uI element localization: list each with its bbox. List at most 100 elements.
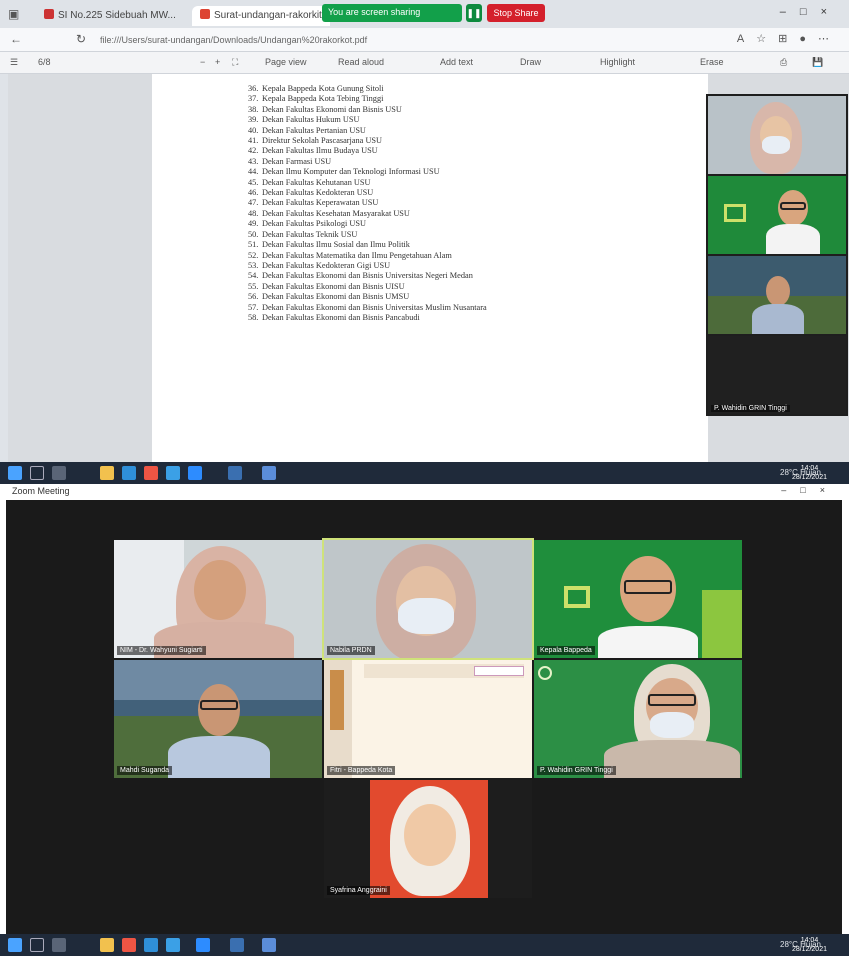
participant-tile-speaking[interactable]: Nabila PRDN	[322, 538, 534, 660]
app-icon[interactable]	[262, 938, 276, 952]
list-text: Dekan Fakultas Kedokteran Gigi USU	[262, 260, 391, 270]
chrome-icon[interactable]	[122, 938, 136, 952]
collections-icon[interactable]: ⊞	[778, 33, 799, 45]
url-input[interactable]	[100, 31, 680, 49]
window-controls: –□×	[781, 485, 839, 495]
participant-name: P. Wahidin GRIN Tinggi	[537, 766, 616, 775]
clock[interactable]: 14:04 28/12/2021	[792, 936, 827, 954]
recipient-list-item: 45. Dekan Fakultas Kehutanan USU	[248, 178, 487, 188]
participant-tile[interactable]: Kepala Bappeda	[534, 540, 742, 658]
search-icon[interactable]	[30, 466, 44, 480]
pdf-toolbar: ☰ 6/8 − + ⛶ Page view Read aloud Add tex…	[0, 52, 849, 74]
list-number: 39.	[248, 115, 259, 125]
file-explorer-icon[interactable]	[100, 938, 114, 952]
search-icon[interactable]	[30, 938, 44, 952]
screen-share-indicator[interactable]: You are screen sharing	[322, 4, 462, 22]
recipient-list-item: 39. Dekan Fakultas Hukum USU	[248, 115, 487, 125]
zoom-gallery-view: NIM - Dr. Wahyuni Sugiarti Nabila PRDN K…	[6, 500, 842, 934]
clock-time: 14:04	[800, 465, 819, 472]
browser-tab-active[interactable]: Surat-undangan-rakorkit.pdf	[192, 6, 330, 26]
page-view-button[interactable]: Page view	[265, 57, 307, 67]
browser-tab[interactable]: SI No.225 Sidebuah MW...	[36, 6, 186, 26]
erase-button[interactable]: Erase	[700, 57, 724, 67]
list-number: 45.	[248, 177, 259, 187]
list-text: Dekan Fakultas Kehutanan USU	[262, 177, 371, 187]
participant-tile[interactable]: NIM - Dr. Wahyuni Sugiarti	[114, 540, 322, 658]
page-indicator[interactable]: 6/8	[38, 57, 51, 67]
reader-icon[interactable]: A	[737, 33, 756, 45]
side-participant-tile[interactable]	[708, 256, 846, 334]
print-icon[interactable]: ⎙	[780, 57, 787, 68]
side-participant-tile[interactable]	[708, 176, 846, 254]
save-icon[interactable]: 💾	[812, 57, 823, 68]
participant-name: Fitri - Bappeda Kota	[327, 766, 396, 775]
list-number: 40.	[248, 125, 259, 135]
participant-tile[interactable]: Fitri - Bappeda Kota	[324, 660, 532, 778]
fit-page-icon[interactable]: ⛶	[232, 57, 238, 68]
file-explorer-icon[interactable]	[100, 466, 114, 480]
edge-icon[interactable]	[144, 938, 158, 952]
chrome-icon[interactable]	[144, 466, 158, 480]
recipient-list-item: 37. Kepala Bappeda Kota Tebing Tinggi	[248, 94, 487, 104]
start-icon[interactable]	[8, 466, 22, 480]
list-number: 47.	[248, 198, 259, 208]
draw-button[interactable]: Draw	[520, 57, 541, 67]
maximize-icon[interactable]: □	[800, 485, 819, 495]
share-pause-button[interactable]: ❚❚	[466, 4, 482, 22]
favorite-icon[interactable]: ☆	[756, 33, 778, 45]
participant-tile[interactable]: P. Wahidin GRIN Tinggi	[534, 660, 742, 778]
zoom-share-participant-panel: P. Wahidin GRIN Tinggi	[706, 94, 848, 416]
list-number: 54.	[248, 271, 259, 281]
window-menu-icon[interactable]: ▣	[8, 7, 19, 21]
close-icon[interactable]: ×	[821, 6, 841, 18]
zoom-in-button[interactable]: +	[215, 57, 220, 67]
list-text: Dekan Fakultas Ekonomi dan Bisnis UMSU	[262, 292, 410, 302]
task-view-icon[interactable]	[52, 938, 66, 952]
recipient-list-item: 48. Dekan Fakultas Kesehatan Masyarakat U…	[248, 209, 487, 219]
side-participant-tile[interactable]: P. Wahidin GRIN Tinggi	[708, 336, 846, 414]
list-number: 53.	[248, 260, 259, 270]
app-icon[interactable]	[262, 466, 276, 480]
profile-icon[interactable]: ●	[799, 33, 818, 45]
zoom-icon[interactable]	[188, 466, 202, 480]
minimize-icon[interactable]: –	[780, 6, 800, 18]
add-text-button[interactable]: Add text	[440, 57, 473, 67]
zoom-out-icon[interactable]: −	[200, 57, 205, 67]
highlight-button[interactable]: Highlight	[600, 57, 635, 67]
participant-tile[interactable]: Syafrina Anggraini	[324, 780, 532, 898]
maximize-icon[interactable]: □	[800, 6, 821, 18]
recipient-list-item: 38. Dekan Fakultas Ekonomi dan Bisnis USU	[248, 105, 487, 115]
side-participant-tile[interactable]	[708, 96, 846, 174]
refresh-icon[interactable]: ↻	[76, 32, 86, 46]
recipient-list-item: 51. Dekan Fakultas Ilmu Sosial dan Ilmu P…	[248, 240, 487, 250]
list-number: 50.	[248, 229, 259, 239]
close-icon[interactable]: ×	[820, 485, 839, 495]
task-view-icon[interactable]	[52, 466, 66, 480]
app-icon[interactable]	[230, 938, 244, 952]
more-icon[interactable]: ⋯	[818, 33, 841, 45]
recipient-list-item: 58. Dekan Fakultas Ekonomi dan Bisnis Pan…	[248, 313, 487, 323]
participant-tile[interactable]: Mahdi Suganda	[114, 660, 322, 778]
contents-icon[interactable]: ☰	[10, 57, 18, 68]
store-icon[interactable]	[166, 466, 180, 480]
recipient-list-item: 36. Kepala Bappeda Kota Gunung Sitoli	[248, 84, 487, 94]
store-icon[interactable]	[166, 938, 180, 952]
address-bar: ← ↻ A☆⊞●⋯	[0, 28, 849, 52]
edge-icon[interactable]	[122, 466, 136, 480]
tab-label: Surat-undangan-rakorkit.pdf	[214, 10, 330, 21]
clock-time: 14:04	[800, 937, 819, 944]
start-icon[interactable]	[8, 938, 22, 952]
minimize-icon[interactable]: –	[781, 485, 800, 495]
read-aloud-button[interactable]: Read aloud	[338, 57, 384, 67]
recipient-list-item: 43. Dekan Farmasi USU	[248, 157, 487, 167]
list-text: Kepala Bappeda Kota Gunung Sitoli	[262, 84, 384, 93]
app-icon[interactable]	[228, 466, 242, 480]
list-number: 56.	[248, 292, 259, 302]
clock[interactable]: 14:04 28/12/2021	[792, 464, 827, 482]
list-text: Dekan Fakultas Ekonomi dan Bisnis USU	[262, 104, 402, 114]
stop-share-button[interactable]: Stop Share	[487, 4, 545, 22]
list-text: Dekan Fakultas Ekonomi dan Bisnis Univer…	[262, 302, 487, 312]
zoom-icon[interactable]	[196, 938, 210, 952]
list-text: Dekan Fakultas Kesehatan Masyarakat USU	[262, 208, 410, 218]
back-icon[interactable]: ←	[10, 32, 22, 46]
